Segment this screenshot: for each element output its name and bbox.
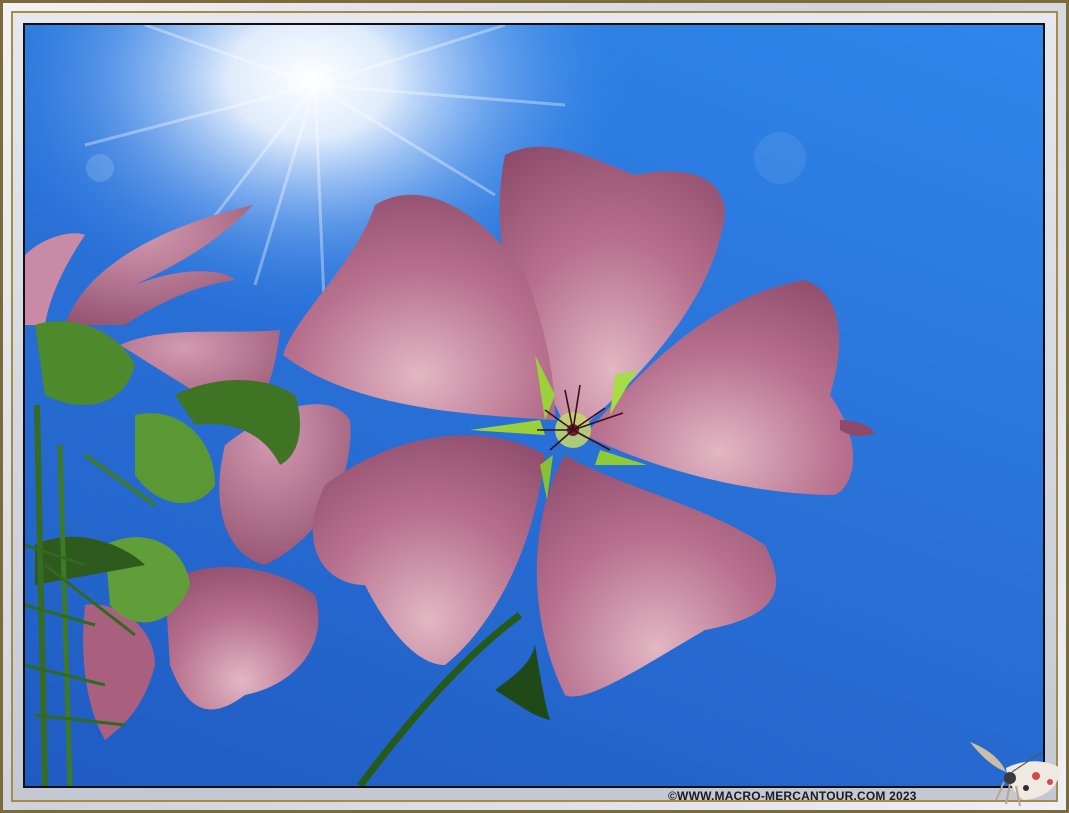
flower-photo	[23, 23, 1045, 788]
insect-logo-icon	[970, 742, 1060, 807]
copyright-watermark: ©WWW.MACRO-MERCANTOUR.COM 2023	[668, 789, 917, 803]
lens-flare	[86, 154, 114, 182]
lens-flare	[754, 132, 806, 184]
flower-photo-scene	[25, 25, 1043, 786]
